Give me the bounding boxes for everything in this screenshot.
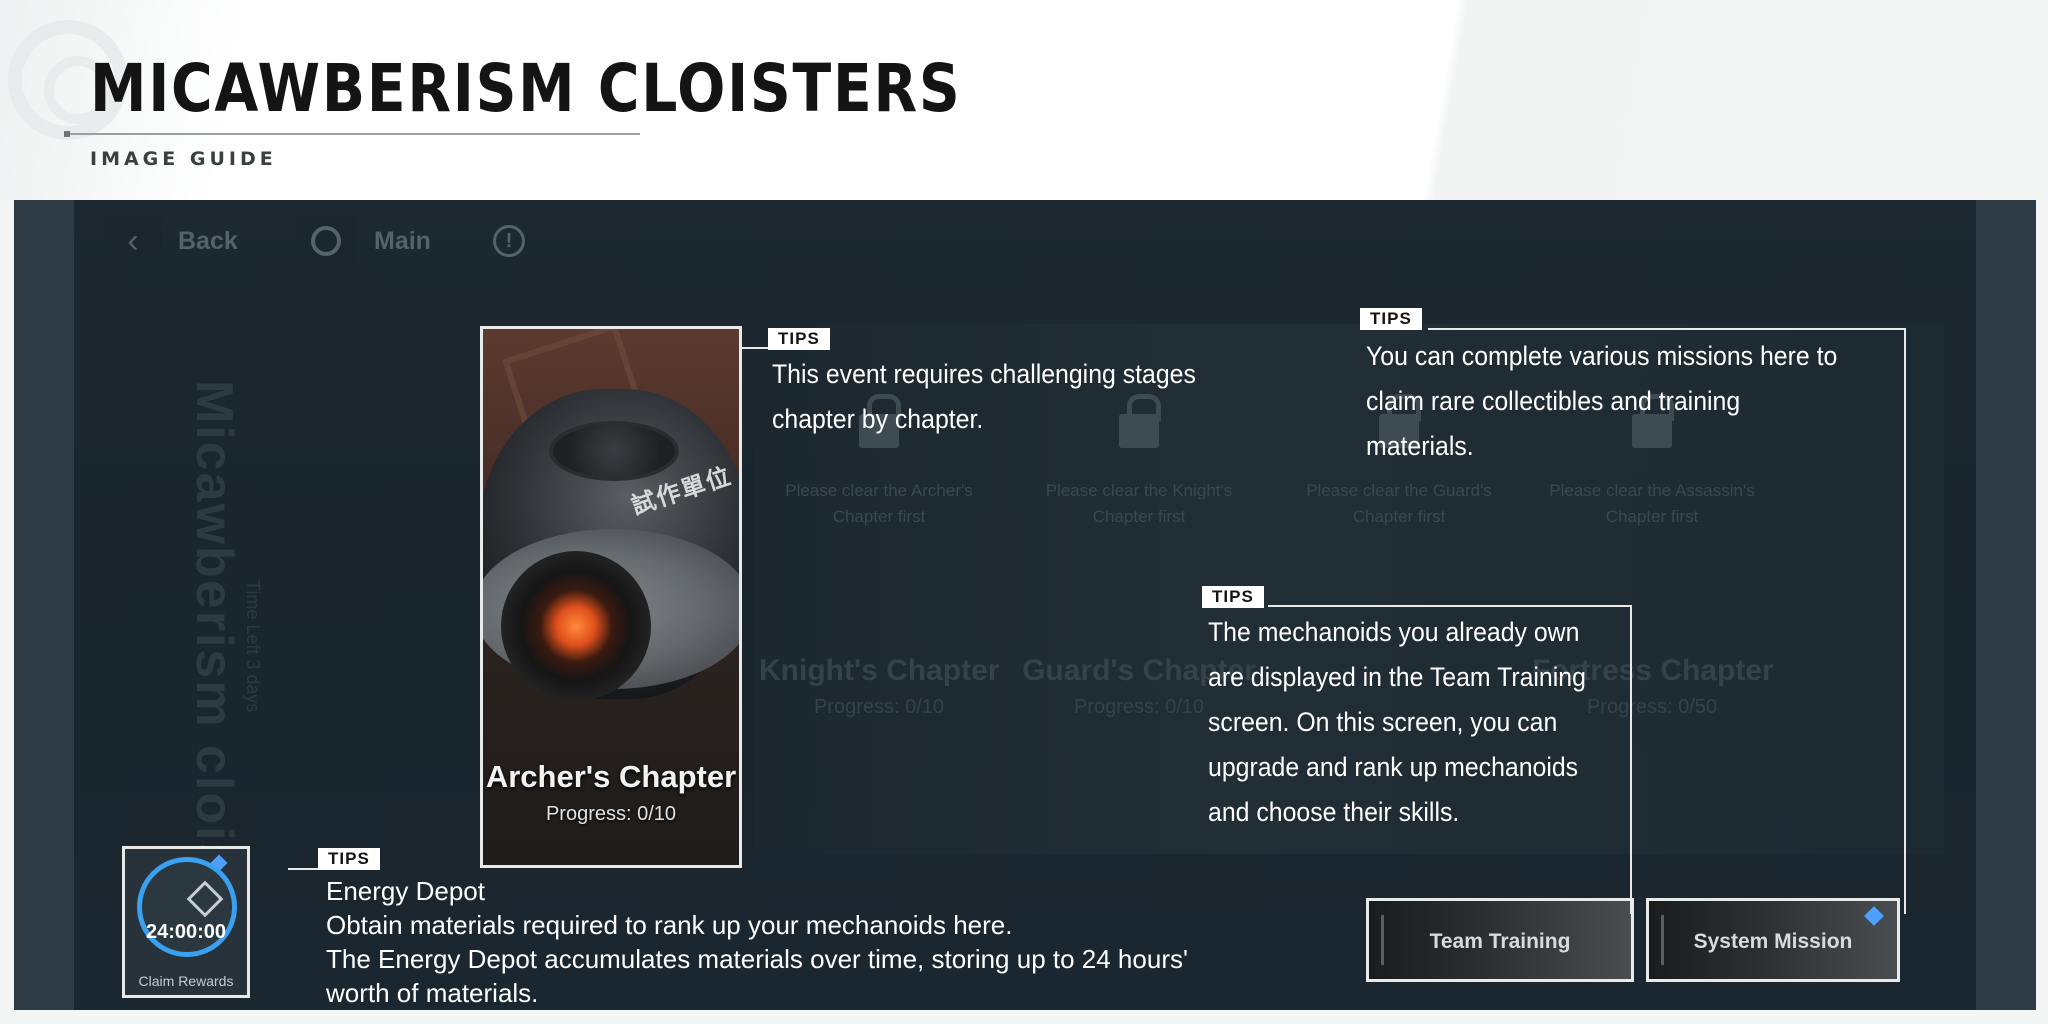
page-subtitle: IMAGE GUIDE <box>90 148 277 170</box>
notification-dot-icon <box>1864 906 1884 926</box>
tip-tag: TIPS <box>1202 586 1264 608</box>
tip-tag: TIPS <box>768 328 830 350</box>
lock-message: Please clear the Assassin's Chapter firs… <box>1549 481 1755 526</box>
mechanoid-eye <box>501 551 651 701</box>
claim-rewards-label: Claim Rewards <box>138 973 234 989</box>
lock-message: Please clear the Knight's Chapter first <box>1045 481 1233 526</box>
tip-tag: TIPS <box>1360 308 1422 330</box>
tip-connector <box>1268 605 1632 607</box>
home-icon <box>311 226 341 256</box>
cube-icon <box>186 880 224 918</box>
title-divider <box>64 131 640 137</box>
tip-line: You can complete various missions here t… <box>1366 341 1838 371</box>
depot-timer: 24:00:00 <box>145 921 227 943</box>
energy-depot-button[interactable]: 24:00:00 Claim Rewards <box>122 846 250 998</box>
event-time-left: Time Left 3 days <box>243 580 263 713</box>
tip-depot-text: Energy Depot Obtain materials required t… <box>326 874 1188 1010</box>
tip-line: materials. <box>1366 431 1474 461</box>
tip-chapter-text: This event requires challenging stages c… <box>772 352 1196 442</box>
tip-connector <box>742 347 768 349</box>
tip-line: This event requires challenging stages <box>772 359 1196 389</box>
tip-line: are displayed in the Team Training <box>1208 662 1586 692</box>
chapter-card-archer[interactable]: 試作單位 Archer's Chapter Progress: 0/10 <box>480 326 742 868</box>
chapter-progress: Progress: 0/10 <box>813 696 945 718</box>
top-nav-bar: ‹ Back Main ! <box>74 200 1976 280</box>
info-icon: ! <box>493 225 525 257</box>
tip-connector <box>1904 328 1906 914</box>
mechanoid-cap <box>549 421 679 481</box>
chapter-progress: Progress: 0/10 <box>545 803 677 825</box>
page-title: MICAWBERISM CLOISTERS <box>90 50 962 127</box>
team-training-label: Team Training <box>1429 930 1571 953</box>
system-mission-button[interactable]: System Mission <box>1646 898 1900 982</box>
lock-message: Please clear the Guard's Chapter first <box>1306 481 1492 526</box>
main-label[interactable]: Main <box>374 227 431 256</box>
tip-line: worth of materials. <box>326 978 539 1008</box>
back-button[interactable]: ‹ <box>104 218 162 264</box>
system-mission-label: System Mission <box>1693 930 1853 953</box>
tip-connector <box>288 868 318 870</box>
tip-connector <box>1428 328 1906 330</box>
tip-tag: TIPS <box>318 848 380 870</box>
lock-message: Please clear the Archer's Chapter first <box>785 481 973 526</box>
tip-line: Obtain materials required to rank up you… <box>326 910 1013 940</box>
tip-line: and choose their skills. <box>1208 797 1460 827</box>
tip-line: screen. On this screen, you can <box>1208 707 1558 737</box>
tip-line: claim rare collectibles and training <box>1366 386 1741 416</box>
info-button[interactable]: ! <box>486 218 532 264</box>
chapter-name: Knight's Chapter <box>759 654 1000 687</box>
tip-connector <box>1630 605 1632 914</box>
tip-line: Energy Depot <box>326 876 485 906</box>
tip-line: upgrade and rank up mechanoids <box>1208 752 1579 782</box>
main-button[interactable] <box>296 218 356 264</box>
tip-line: The mechanoids you already own <box>1208 617 1580 647</box>
tip-mechanoids-text: The mechanoids you already own are displ… <box>1208 610 1586 835</box>
chapter-name: Archer's Chapter <box>485 759 737 794</box>
tip-line: chapter by chapter. <box>772 404 984 434</box>
chevron-left-icon: ‹ <box>127 221 139 260</box>
tip-line: The Energy Depot accumulates materials o… <box>326 944 1188 974</box>
back-label[interactable]: Back <box>178 227 238 256</box>
team-training-button[interactable]: Team Training <box>1366 898 1634 982</box>
tip-missions-text: You can complete various missions here t… <box>1366 334 1837 469</box>
